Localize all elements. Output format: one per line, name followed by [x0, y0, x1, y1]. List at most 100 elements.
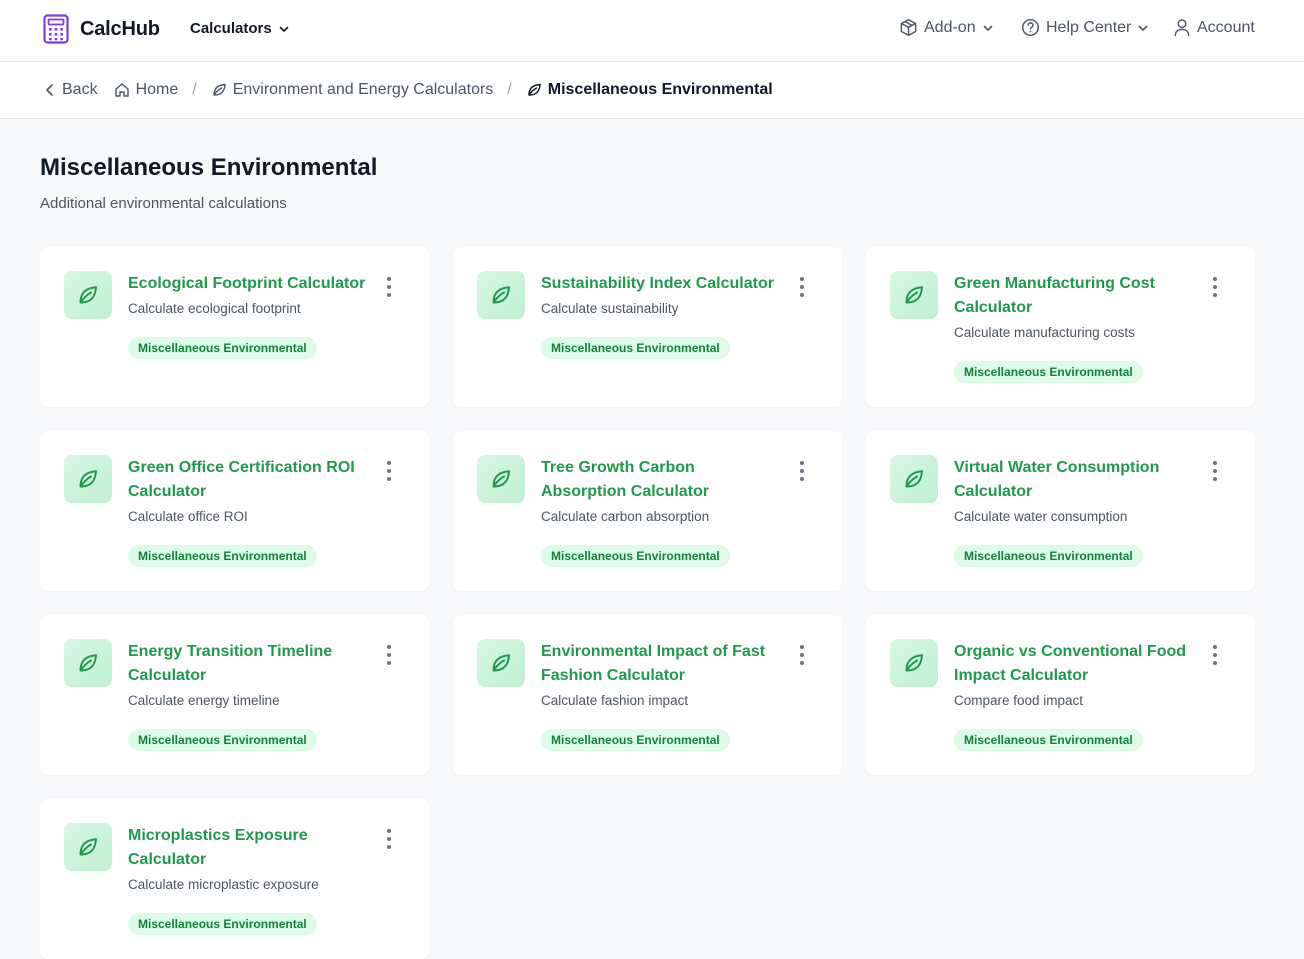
more-options-icon[interactable]: [383, 277, 395, 297]
card-icon-box: [890, 271, 938, 319]
calculator-card[interactable]: Microplastics Exposure Calculator Calcula…: [40, 799, 429, 959]
page-subtitle: Additional environmental calculations: [40, 195, 287, 212]
calculator-card[interactable]: Energy Transition Timeline Calculator Cal…: [40, 615, 429, 775]
category-tag: Miscellaneous Environmental: [128, 913, 317, 935]
breadcrumb: Back Home / Environment and Energy Calcu…: [44, 81, 773, 99]
back-button[interactable]: Back: [44, 81, 98, 99]
card-title[interactable]: Energy Transition Timeline Calculator: [128, 640, 368, 688]
calculator-card[interactable]: Environmental Impact of Fast Fashion Cal…: [453, 615, 842, 775]
addon-menu-label: Add-on: [924, 18, 976, 36]
chevron-down-icon: [279, 26, 289, 32]
leaf-icon: [905, 470, 923, 488]
category-tag: Miscellaneous Environmental: [954, 361, 1143, 383]
more-options-icon[interactable]: [796, 645, 808, 665]
help-center-label: Help Center: [1046, 18, 1132, 36]
top-navbar: CalcHub Calculators Add-on Help Center A…: [0, 0, 1304, 62]
calculator-card[interactable]: Ecological Footprint Calculator Calculate…: [40, 247, 429, 407]
category-tag: Miscellaneous Environmental: [128, 545, 317, 567]
chevron-down-icon: [983, 25, 992, 31]
leaf-icon: [79, 286, 97, 304]
more-options-icon[interactable]: [383, 461, 395, 481]
more-options-icon[interactable]: [1209, 277, 1221, 297]
leaf-icon: [213, 83, 226, 96]
calculator-card[interactable]: Organic vs Conventional Food Impact Calc…: [866, 615, 1255, 775]
calculators-menu[interactable]: Calculators: [190, 20, 290, 37]
more-options-icon[interactable]: [383, 829, 395, 849]
help-center-menu[interactable]: Help Center: [1021, 18, 1149, 37]
home-icon: [114, 83, 129, 97]
card-icon-box: [64, 455, 112, 503]
card-title[interactable]: Green Manufacturing Cost Calculator: [954, 272, 1194, 320]
page-title: Miscellaneous Environmental: [40, 154, 378, 181]
brand-name[interactable]: CalcHub: [80, 18, 160, 41]
card-icon-box: [890, 455, 938, 503]
calculator-card[interactable]: Sustainability Index Calculator Calculate…: [453, 247, 842, 407]
card-description: Compare food impact: [954, 693, 1084, 708]
current-label: Miscellaneous Environmental: [547, 81, 773, 98]
account-menu[interactable]: Account: [1173, 18, 1255, 37]
more-options-icon[interactable]: [796, 277, 808, 297]
breadcrumb-separator: /: [192, 81, 197, 98]
category-tag: Miscellaneous Environmental: [541, 545, 730, 567]
leaf-icon: [79, 654, 97, 672]
card-title[interactable]: Microplastics Exposure Calculator: [128, 824, 368, 872]
parent-label: Environment and Energy Calculators: [232, 81, 494, 98]
chevron-down-icon: [1139, 25, 1148, 31]
card-icon-box: [64, 823, 112, 871]
addon-menu[interactable]: Add-on: [899, 18, 994, 37]
card-description: Calculate fashion impact: [541, 693, 689, 708]
leaf-icon: [79, 838, 97, 856]
account-label: Account: [1197, 18, 1255, 36]
card-title[interactable]: Organic vs Conventional Food Impact Calc…: [954, 640, 1194, 688]
help-circle-icon: [1021, 18, 1040, 37]
breadcrumb-home[interactable]: Home: [114, 81, 179, 99]
breadcrumb-current: Miscellaneous Environmental: [526, 81, 773, 99]
card-title[interactable]: Environmental Impact of Fast Fashion Cal…: [541, 640, 781, 688]
chevron-left-icon: [46, 84, 53, 96]
calculators-menu-label: Calculators: [190, 20, 272, 37]
leaf-icon: [492, 286, 510, 304]
more-options-icon[interactable]: [1209, 461, 1221, 481]
card-title[interactable]: Virtual Water Consumption Calculator: [954, 456, 1194, 504]
more-options-icon[interactable]: [383, 645, 395, 665]
more-options-icon[interactable]: [1209, 645, 1221, 665]
card-description: Calculate ecological footprint: [128, 301, 301, 316]
card-description: Calculate water consumption: [954, 509, 1128, 524]
package-icon: [900, 18, 917, 37]
calculator-card[interactable]: Green Office Certification ROI Calculato…: [40, 431, 429, 591]
leaf-icon: [905, 286, 923, 304]
card-description: Calculate microplastic exposure: [128, 877, 319, 892]
card-title[interactable]: Sustainability Index Calculator: [541, 272, 781, 296]
card-icon-box: [477, 271, 525, 319]
breadcrumb-bar: Back Home / Environment and Energy Calcu…: [0, 62, 1304, 119]
category-tag: Miscellaneous Environmental: [128, 337, 317, 359]
leaf-icon: [492, 654, 510, 672]
breadcrumb-parent[interactable]: Environment and Energy Calculators: [211, 81, 494, 99]
card-title[interactable]: Tree Growth Carbon Absorption Calculator: [541, 456, 781, 504]
more-options-icon[interactable]: [796, 461, 808, 481]
leaf-icon: [79, 470, 97, 488]
card-description: Calculate sustainability: [541, 301, 679, 316]
card-icon-box: [64, 639, 112, 687]
card-title[interactable]: Green Office Certification ROI Calculato…: [128, 456, 368, 504]
card-icon-box: [477, 639, 525, 687]
leaf-icon: [905, 654, 923, 672]
calculator-card[interactable]: Virtual Water Consumption Calculator Calc…: [866, 431, 1255, 591]
home-label: Home: [135, 81, 179, 98]
card-icon-box: [64, 271, 112, 319]
category-tag: Miscellaneous Environmental: [954, 545, 1143, 567]
back-label: Back: [62, 81, 98, 98]
card-icon-box: [477, 455, 525, 503]
category-tag: Miscellaneous Environmental: [954, 729, 1143, 751]
leaf-icon: [492, 470, 510, 488]
card-description: Calculate manufacturing costs: [954, 325, 1135, 340]
category-tag: Miscellaneous Environmental: [128, 729, 317, 751]
calculator-card[interactable]: Tree Growth Carbon Absorption Calculator…: [453, 431, 842, 591]
card-description: Calculate carbon absorption: [541, 509, 710, 524]
calculator-card[interactable]: Green Manufacturing Cost Calculator Calcu…: [866, 247, 1255, 407]
category-tag: Miscellaneous Environmental: [541, 729, 730, 751]
leaf-icon: [528, 83, 541, 96]
breadcrumb-separator: /: [507, 81, 512, 98]
card-title[interactable]: Ecological Footprint Calculator: [128, 272, 368, 296]
calculator-logo-icon[interactable]: [43, 14, 69, 44]
